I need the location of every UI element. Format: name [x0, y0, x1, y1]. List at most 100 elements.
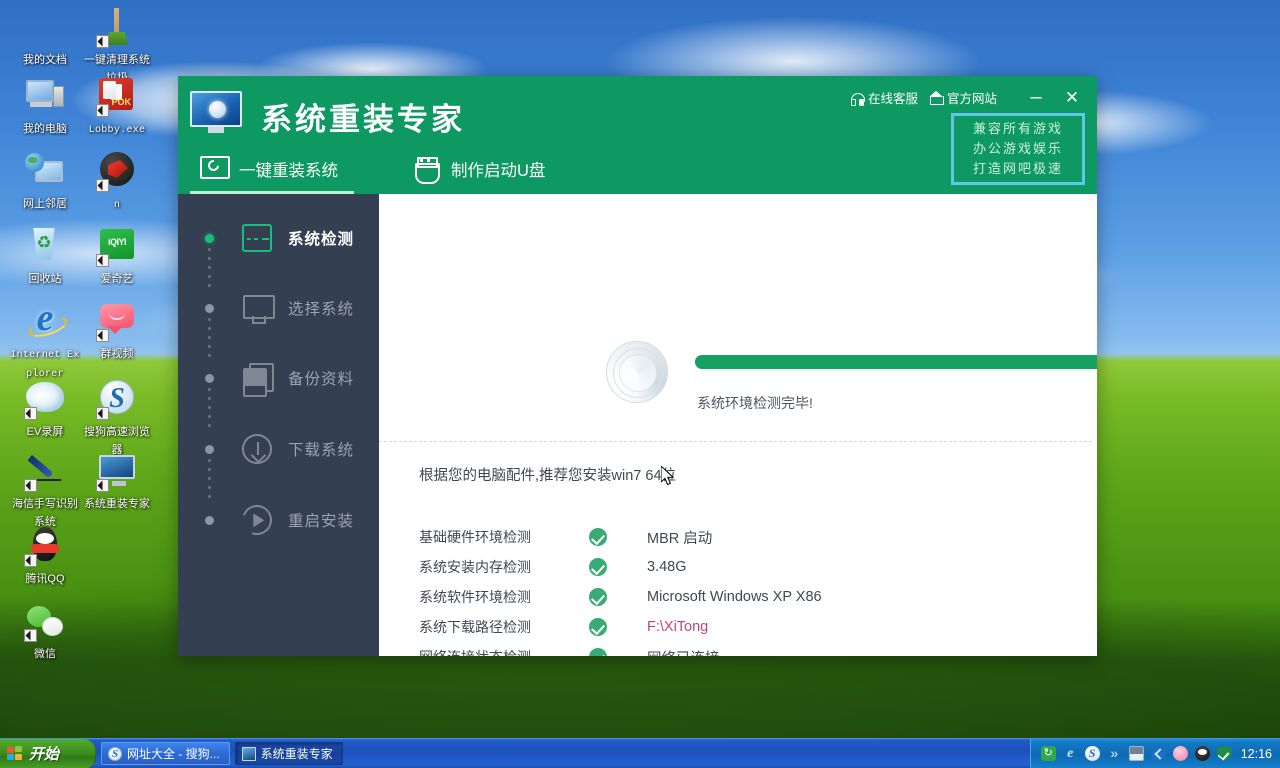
shortcut-arrow-icon	[96, 479, 109, 492]
desktop-icon-label: 海信手写识别系统	[12, 498, 78, 528]
qunshipin-icon	[96, 300, 138, 342]
minimize-button[interactable]: –	[1023, 86, 1049, 108]
desktop-icon[interactable]: EV录屏	[8, 378, 82, 440]
window-body: 系统检测选择系统备份资料下载系统重启安装 系统环境检测完毕! 检查环境 根据您的…	[178, 194, 1097, 656]
sidebar-step-label: 系统检测	[288, 227, 354, 249]
section-divider	[379, 441, 1092, 442]
sidebar-step-label: 备份资料	[288, 367, 354, 389]
desktop-icon[interactable]: n	[80, 150, 154, 213]
detection-row-value: 3.48G	[647, 559, 687, 575]
broom-icon	[96, 6, 138, 48]
desktop-icon[interactable]: 系统重装专家	[80, 450, 154, 512]
sidebar: 系统检测选择系统备份资料下载系统重启安装	[178, 194, 379, 656]
qq-icon	[24, 525, 66, 567]
chevron-more-icon[interactable]	[1107, 746, 1122, 761]
taskbar-item-app[interactable]: 系统重装专家	[235, 742, 343, 765]
taskbar-item-browser[interactable]: 网址大全 - 搜狗...	[101, 742, 230, 765]
sidebar-step-5[interactable]: 重启安装	[178, 504, 379, 536]
back-arrow-icon[interactable]	[1151, 746, 1166, 761]
official-website-label: 官方网站	[947, 88, 997, 107]
flower-icon[interactable]	[1173, 746, 1188, 761]
app-icon	[242, 747, 256, 761]
start-button[interactable]: 开始	[0, 739, 96, 768]
promo-line-2: 办公游戏娱乐	[973, 140, 1063, 159]
monitor-icon	[241, 292, 273, 324]
progress-bar-fill	[695, 355, 1097, 369]
desktop-icon[interactable]: Internet Explorer	[8, 300, 82, 381]
check-circle-icon	[589, 588, 607, 606]
detection-row-value: F:\XiTong	[647, 619, 708, 635]
refresh-green-icon[interactable]	[1041, 746, 1056, 761]
check-circle-icon	[589, 528, 607, 546]
main-content: 系统环境检测完毕! 检查环境 根据您的电脑配件,推荐您安装win7 64位 基础…	[379, 194, 1097, 656]
app-window: 系统重装专家 在线客服 官方网站 – ✕ 兼容所有游戏 办公游戏娱乐 打造网吧极…	[178, 76, 1097, 656]
check-circle-icon	[589, 618, 607, 636]
keyboard-icon[interactable]	[1129, 746, 1144, 761]
detection-row-value: Microsoft Windows XP X86	[647, 589, 822, 605]
qq-penguin-icon[interactable]	[1195, 746, 1210, 761]
headset-icon	[850, 91, 864, 105]
desktop-icon[interactable]: 腾讯QQ	[8, 525, 82, 587]
desktop-icon[interactable]: 回收站	[8, 225, 82, 287]
desktop-icon[interactable]: 网上邻居	[8, 150, 82, 212]
desktop-icon-label: n	[114, 200, 120, 211]
ev-icon	[24, 378, 66, 420]
desktop-icon[interactable]: 我的电脑	[8, 75, 82, 137]
tab-make-usb[interactable]: 制作启动U盘	[402, 144, 561, 194]
desktop-icon-label: 腾讯QQ	[25, 573, 64, 585]
shortcut-arrow-icon	[96, 104, 109, 117]
shortcut-arrow-icon	[24, 479, 37, 492]
taskbar-item-browser-label: 网址大全 - 搜狗...	[127, 745, 220, 762]
pen-icon	[24, 450, 66, 492]
pok-icon	[96, 75, 138, 117]
sogou-icon[interactable]	[1085, 746, 1100, 761]
tab-reinstall-system[interactable]: 一键重装系统	[190, 144, 354, 194]
close-button[interactable]: ✕	[1059, 86, 1085, 108]
shortcut-arrow-icon	[96, 407, 109, 420]
desktop-icon[interactable]: 海信手写识别系统	[8, 450, 82, 530]
recycle-icon	[24, 225, 66, 267]
netplaces-icon	[24, 150, 66, 192]
wechat-icon	[24, 600, 66, 642]
step-dot	[205, 304, 214, 313]
docs-icon	[24, 6, 66, 48]
desktop-icon-label: Internet Explorer	[10, 350, 79, 380]
desktop-icon[interactable]: Lobby.exe	[80, 75, 154, 138]
home-icon	[929, 91, 943, 105]
step-connector	[208, 248, 211, 293]
shortcut-arrow-icon	[96, 254, 109, 267]
desktop-icon-label: 网上邻居	[23, 198, 67, 210]
desktop-icon[interactable]: 群视频	[80, 300, 154, 362]
sidebar-step-label: 重启安装	[288, 509, 354, 531]
online-service-link[interactable]: 在线客服	[850, 88, 918, 107]
shortcut-arrow-icon	[96, 329, 109, 342]
step-dot	[205, 374, 214, 383]
desktop-icon[interactable]: 搜狗高速浏览器	[80, 378, 154, 458]
system-tray: 12:16	[1030, 739, 1280, 768]
official-website-link[interactable]: 官方网站	[929, 88, 997, 107]
shortcut-arrow-icon	[96, 35, 109, 48]
detection-row-label: 基础硬件环境检测	[419, 527, 589, 547]
step-dot	[205, 516, 214, 525]
promo-line-3: 打造网吧极速	[973, 160, 1063, 179]
app-logo-icon	[190, 91, 246, 135]
desktop-icon-label: 我的文档	[23, 54, 67, 66]
tray-clock: 12:16	[1241, 747, 1272, 761]
ie-icon[interactable]	[1063, 746, 1078, 761]
shortcut-arrow-icon	[96, 179, 109, 192]
detection-row-label: 系统软件环境检测	[419, 587, 589, 607]
progress-bar	[695, 355, 1097, 369]
detection-row: 网络连接状态检测网络已连接	[419, 642, 822, 656]
check-circle-icon	[589, 648, 607, 656]
step-connector	[208, 459, 211, 504]
shield-icon[interactable]	[1217, 746, 1232, 761]
desktop-icon[interactable]: 微信	[8, 600, 82, 662]
sogou-icon	[96, 378, 138, 420]
desktop-icon[interactable]: 爱奇艺	[80, 225, 154, 287]
nblack-icon	[96, 150, 138, 192]
desktop-icon[interactable]: 一键清理系统垃圾	[80, 6, 154, 86]
check-circle-icon	[589, 558, 607, 576]
desktop-icon[interactable]: 我的文档	[8, 6, 82, 68]
restart-icon	[241, 504, 273, 536]
desktop-icon-label: 系统重装专家	[84, 498, 150, 510]
